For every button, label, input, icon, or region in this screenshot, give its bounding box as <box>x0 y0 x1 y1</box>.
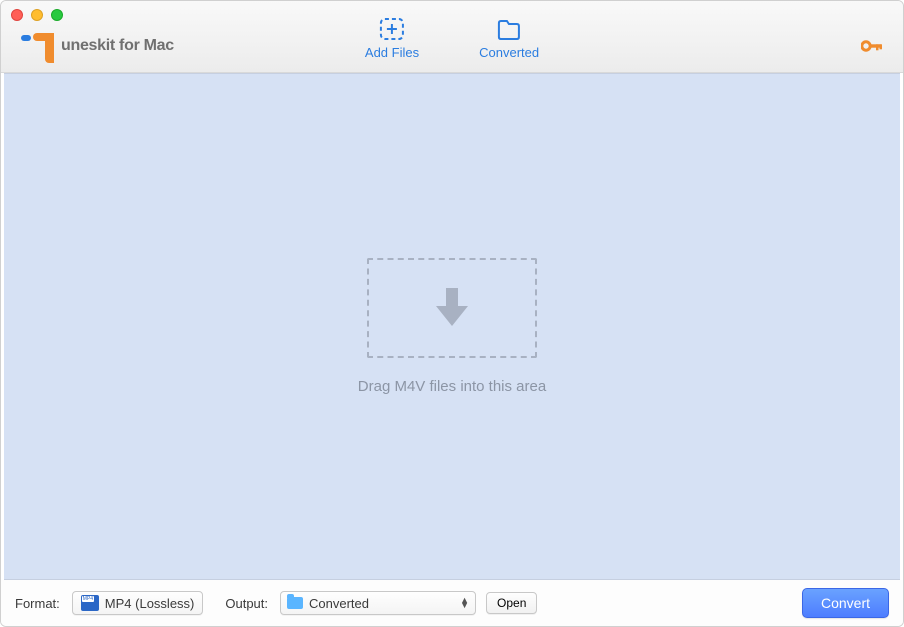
convert-button[interactable]: Convert <box>802 588 889 618</box>
mp4-badge-icon <box>81 595 99 611</box>
key-icon <box>861 39 883 53</box>
output-value: Converted <box>309 596 369 611</box>
folder-icon <box>287 597 303 609</box>
chevron-updown-icon: ▲▼ <box>460 598 469 608</box>
add-files-button[interactable]: Add Files <box>365 17 419 60</box>
add-files-label: Add Files <box>365 45 419 60</box>
minimize-icon[interactable] <box>31 9 43 21</box>
open-button[interactable]: Open <box>486 592 537 614</box>
format-selector[interactable]: MP4 (Lossless) <box>72 591 204 615</box>
converted-label: Converted <box>479 45 539 60</box>
output-selector[interactable]: Converted ▲▼ <box>280 591 476 615</box>
format-label: Format: <box>15 596 60 611</box>
drop-box <box>367 258 537 358</box>
footer-bar: Format: MP4 (Lossless) Output: Converted… <box>1 580 903 626</box>
app-window: uneskit for Mac Add Files Converted <box>0 0 904 627</box>
close-icon[interactable] <box>11 9 23 21</box>
logo-icon <box>21 29 59 63</box>
converted-button[interactable]: Converted <box>479 17 539 60</box>
format-value: MP4 (Lossless) <box>105 596 195 611</box>
logo-text: uneskit for Mac <box>61 37 174 55</box>
maximize-icon[interactable] <box>51 9 63 21</box>
converted-folder-icon <box>496 17 522 41</box>
toolbar-center: Add Files Converted <box>365 17 539 60</box>
add-files-icon <box>379 17 405 41</box>
drop-hint-text: Drag M4V files into this area <box>358 378 546 395</box>
titlebar: uneskit for Mac Add Files Converted <box>1 1 903 73</box>
drop-area[interactable]: Drag M4V files into this area <box>4 73 900 580</box>
window-controls <box>11 9 63 21</box>
register-key-button[interactable] <box>861 39 883 58</box>
download-arrow-icon <box>430 284 474 332</box>
app-logo: uneskit for Mac <box>21 29 174 63</box>
output-label: Output: <box>225 596 268 611</box>
